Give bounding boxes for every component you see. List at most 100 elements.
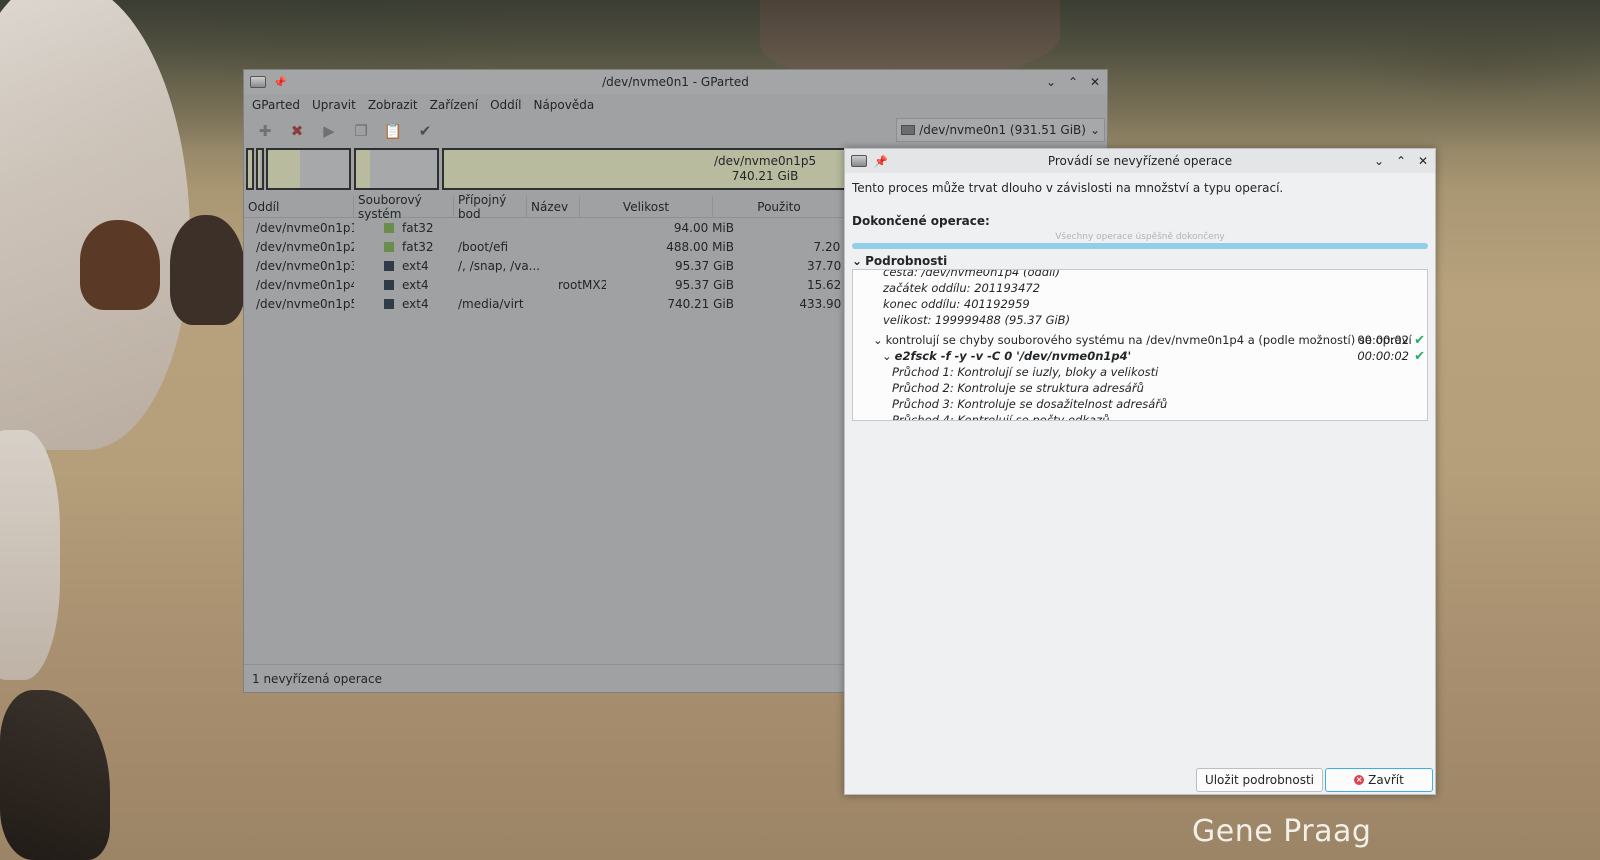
mountpoint-cell: /, /snap, /va... (458, 258, 541, 273)
filesystem-color-swatch (384, 298, 394, 309)
menu-device[interactable]: Zařízení (424, 98, 484, 112)
chevron-down-icon: ⌄ (852, 254, 863, 268)
minimize-icon[interactable]: ⌄ (1045, 75, 1057, 89)
disk-map-partition[interactable] (266, 148, 351, 190)
partition-cell: /dev/nvme0n1p2⚷ (256, 239, 354, 254)
close-icon[interactable]: ✕ (1417, 154, 1429, 168)
completed-operations-label: Dokončené operace: (852, 214, 990, 228)
disk-map-partition[interactable] (354, 148, 439, 190)
log-line: Průchod 3: Kontroluje se dosažitelnost a… (892, 397, 1168, 411)
app-icon[interactable] (250, 75, 266, 89)
app-icon[interactable] (851, 154, 867, 168)
mountpoint-cell: /media/virt (458, 296, 524, 311)
col-size[interactable]: Velikost (580, 196, 713, 217)
log-line: konec oddílu: 401192959 (883, 297, 1030, 311)
minimize-icon[interactable]: ⌄ (1373, 154, 1385, 168)
menu-edit[interactable]: Upravit (306, 98, 362, 112)
menu-partition[interactable]: Oddíl (484, 98, 527, 112)
save-details-button[interactable]: Uložit podrobnosti (1195, 768, 1323, 792)
filesystem-cell: ext4 (354, 278, 454, 292)
log-line: Průchod 4: Kontrolují se počty odkazů (892, 413, 1110, 421)
col-used[interactable]: Použito (713, 196, 846, 217)
disk-map-device: /dev/nvme0n1p5 (714, 154, 817, 168)
log-duration: 00:00:02 (1357, 349, 1409, 363)
col-mountpoint[interactable]: Přípojný bod (454, 193, 527, 221)
log-line: ⌄ kontrolují se chyby souborového systému… (873, 332, 1425, 348)
size-cell: 488.00 MiB (666, 239, 734, 254)
filesystem-cell: fat32 (354, 240, 454, 254)
pin-icon[interactable]: 📌 (873, 154, 889, 168)
maximize-icon[interactable]: ⌃ (1395, 154, 1407, 168)
mountpoint-cell: /boot/efi (458, 239, 509, 254)
close-icon[interactable]: ✕ (1089, 75, 1101, 89)
disk-icon (901, 125, 916, 135)
apply-icon[interactable]: ✔ (414, 120, 436, 142)
window-title: /dev/nvme0n1 - GParted (602, 75, 749, 89)
partition-cell: /dev/nvme0n1p5⚷ (256, 296, 354, 311)
check-icon: ✔ (1414, 332, 1425, 348)
size-cell: 740.21 GiB (667, 296, 734, 311)
size-cell: 94.00 MiB (673, 220, 734, 235)
log-line: cesta: /dev/nvme0n1p4 (oddíl) (883, 269, 1060, 279)
size-cell: 95.37 GiB (674, 258, 734, 273)
details-label: Podrobnosti (865, 254, 948, 268)
filesystem-color-swatch (384, 241, 394, 252)
filesystem-cell: ext4 (354, 259, 454, 273)
disk-map-label: /dev/nvme0n1p5 740.21 GiB (714, 154, 816, 184)
details-log[interactable]: cesta: /dev/nvme0n1p4 (oddíl) začátek odd… (852, 269, 1428, 421)
filesystem-color-swatch (384, 279, 394, 290)
partition-cell: /dev/nvme0n1p4 (256, 277, 354, 292)
log-line: ⌄ e2fsck -f -y -v -C 0 '/dev/nvme0n1p4' 00… (882, 348, 1425, 364)
size-cell: 95.37 GiB (674, 277, 734, 292)
copy-icon[interactable]: ❐ (350, 120, 372, 142)
partition-cell: /dev/nvme0n1p1⚠ (256, 220, 354, 235)
col-partition[interactable]: Oddíl (244, 196, 354, 217)
chevron-down-icon[interactable]: ⌄ (873, 333, 883, 347)
log-line: začátek oddílu: 201193472 (883, 281, 1041, 295)
dialog-info-text: Tento proces může trvat dlouho v závislo… (852, 181, 1284, 195)
col-name[interactable]: Název (527, 196, 580, 217)
disk-map-size: 740.21 GiB (731, 169, 799, 183)
close-icon: × (1354, 775, 1365, 785)
menu-gparted[interactable]: GParted (246, 98, 306, 112)
disk-map-partition[interactable] (256, 148, 264, 190)
new-partition-icon[interactable]: ✚ (254, 120, 276, 142)
wallpaper-watermark: Gene Praag (1192, 814, 1372, 849)
check-icon: ✔ (1414, 348, 1425, 364)
gparted-titlebar[interactable]: 📌 /dev/nvme0n1 - GParted ⌄ ⌃ ✕ (244, 70, 1107, 94)
menu-help[interactable]: Nápověda (527, 98, 600, 112)
close-button[interactable]: × Zavřít (1325, 768, 1433, 792)
delete-icon[interactable]: ✖ (286, 120, 308, 142)
maximize-icon[interactable]: ⌃ (1067, 75, 1079, 89)
filesystem-color-swatch (384, 222, 394, 233)
wallpaper-horse (170, 215, 245, 325)
paste-icon[interactable]: 📋 (382, 120, 404, 142)
device-selector-label: /dev/nvme0n1 (931.51 GiB) (919, 123, 1086, 137)
disk-map-partition[interactable] (246, 148, 254, 190)
pin-icon[interactable]: 📌 (272, 75, 288, 89)
menubar: GParted Upravit Zobrazit Zařízení Oddíl … (244, 94, 1107, 116)
progress-text: Všechny operace úspěšně dokončeny (1055, 232, 1225, 242)
wallpaper-horse (0, 430, 60, 680)
dialog-titlebar[interactable]: 📌 Provádí se nevyřízené operace ⌄ ⌃ ✕ (845, 149, 1435, 173)
menu-view[interactable]: Zobrazit (362, 98, 424, 112)
pending-operations-dialog: 📌 Provádí se nevyřízené operace ⌄ ⌃ ✕ Te… (844, 148, 1436, 795)
progress-bar (852, 243, 1428, 249)
wallpaper-horse (0, 690, 110, 860)
resize-move-icon[interactable]: ▶ (318, 120, 340, 142)
log-line: Průchod 1: Kontrolují se iuzly, bloky a … (892, 365, 1159, 379)
log-line: Průchod 2: Kontroluje se struktura adres… (892, 381, 1144, 395)
progress: Všechny operace úspěšně dokončeny (852, 232, 1428, 250)
log-duration: 00:00:02 (1357, 333, 1409, 347)
partition-cell: /dev/nvme0n1p3⚷ (256, 258, 354, 273)
chevron-down-icon[interactable]: ⌄ (882, 349, 892, 363)
wallpaper-horse (80, 220, 160, 310)
device-selector[interactable]: /dev/nvme0n1 (931.51 GiB) ⌄ (896, 118, 1105, 142)
col-filesystem[interactable]: Souborový systém (354, 193, 454, 221)
log-line: velikost: 199999488 (95.37 GiB) (883, 313, 1071, 327)
details-expander[interactable]: ⌄ Podrobnosti (852, 254, 1428, 268)
toolbar: ✚ ✖ ▶ ❐ 📋 ✔ /dev/nvme0n1 (931.51 GiB) ⌄ (244, 116, 1107, 146)
close-button-label: Zavřít (1368, 773, 1404, 787)
dialog-title: Provádí se nevyřízené operace (1047, 154, 1233, 168)
chevron-down-icon: ⌄ (1089, 123, 1100, 137)
